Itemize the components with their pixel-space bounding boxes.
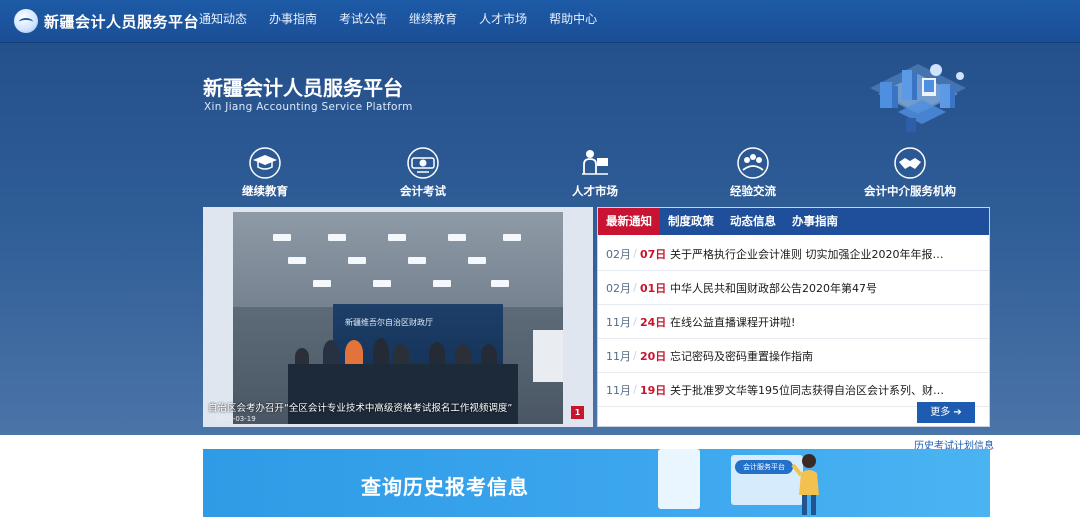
main-nav: 通知动态 办事指南 考试公告 继续教育 人才市场 帮助中心 xyxy=(199,0,619,43)
news-title[interactable]: 忘记密码及密码重置操作指南 xyxy=(670,348,975,364)
news-day: 19日 xyxy=(640,383,667,397)
nav-item-education[interactable]: 继续教育 xyxy=(409,0,457,43)
tab-guide[interactable]: 办事指南 xyxy=(784,208,846,235)
lower-section: 历史考试计划信息 查询历史报考信息 会计服务平台 xyxy=(0,435,1080,517)
nav-item-help[interactable]: 帮助中心 xyxy=(549,0,597,43)
carousel-page-indicator[interactable]: 1 xyxy=(571,406,584,419)
list-item[interactable]: 11月 / 20日 忘记密码及密码重置操作指南 xyxy=(598,339,989,373)
news-month: 02月 xyxy=(606,281,631,295)
news-title[interactable]: 中华人民共和国财政部公告2020年第47号 xyxy=(670,280,975,296)
news-day: 24日 xyxy=(640,315,667,329)
news-list: 02月 / 07日 关于严格执行企业会计准则 切实加强企业2020年年报… 02… xyxy=(598,237,989,407)
top-navbar: 新疆会计人员服务平台 通知动态 办事指南 考试公告 继续教育 人才市场 帮助中心 xyxy=(0,0,1080,43)
shortcut-row: 继续教育 会计考试 人才市场 经验交流 会计中介服务机构 xyxy=(200,146,990,202)
handshake-icon xyxy=(894,147,926,179)
shortcut-label: 继续教育 xyxy=(242,184,288,198)
list-item[interactable]: 02月 / 01日 中华人民共和国财政部公告2020年第47号 xyxy=(598,271,989,305)
nav-item-guide[interactable]: 办事指南 xyxy=(269,0,317,43)
history-query-banner[interactable]: 查询历史报考信息 会计服务平台 xyxy=(203,449,990,517)
photo-ceiling xyxy=(233,212,563,307)
brand[interactable]: 新疆会计人员服务平台 xyxy=(14,8,199,34)
shortcut-intermediary-agencies[interactable]: 会计中介服务机构 xyxy=(845,146,975,199)
exam-icon xyxy=(407,147,439,179)
carousel-date: 2020-03-19 xyxy=(215,415,256,423)
talent-market-icon xyxy=(582,150,608,175)
more-button[interactable]: 更多 ➔ xyxy=(917,402,975,423)
news-month: 11月 xyxy=(606,315,631,329)
graduation-cap-icon xyxy=(249,147,281,179)
brand-name: 新疆会计人员服务平台 xyxy=(44,12,200,31)
phone-mock-icon xyxy=(658,449,700,509)
news-month: 11月 xyxy=(606,383,631,397)
banner-title: 查询历史报考信息 xyxy=(361,475,529,499)
tab-policies[interactable]: 制度政策 xyxy=(660,208,722,235)
screen-text: 新疆维吾尔自治区财政厅 xyxy=(345,318,433,327)
nav-item-exam-notice[interactable]: 考试公告 xyxy=(339,0,387,43)
news-day: 07日 xyxy=(640,247,667,261)
tab-latest-notices[interactable]: 最新通知 xyxy=(598,208,660,235)
shortcut-label: 经验交流 xyxy=(730,184,776,198)
list-item[interactable]: 11月 / 24日 在线公益直播课程开讲啦! xyxy=(598,305,989,339)
tab-updates[interactable]: 动态信息 xyxy=(722,208,784,235)
shortcut-label: 会计中介服务机构 xyxy=(864,184,956,198)
server-illustration-icon xyxy=(870,64,966,132)
nav-item-notices[interactable]: 通知动态 xyxy=(199,0,247,43)
shortcut-accounting-exam[interactable]: 会计考试 xyxy=(358,146,488,199)
news-tabs: 最新通知 制度政策 动态信息 办事指南 xyxy=(598,208,989,235)
news-carousel[interactable]: 新疆维吾尔自治区财政厅 自治区会考办召开“全区会计专业技术中高级资格考试报名工作… xyxy=(203,207,593,427)
news-title[interactable]: 在线公益直播课程开讲啦! xyxy=(670,314,975,330)
carousel-caption[interactable]: 自治区会考办召开“全区会计专业技术中高级资格考试报名工作视频调度” xyxy=(208,400,512,414)
hero-subtitle: Xin Jiang Accounting Service Platform xyxy=(204,101,413,113)
woman-figure-icon xyxy=(791,454,819,515)
brand-logo-icon xyxy=(14,9,38,33)
news-day: 20日 xyxy=(640,349,667,363)
carousel-photo[interactable]: 新疆维吾尔自治区财政厅 xyxy=(233,212,563,424)
shortcut-label: 人才市场 xyxy=(572,184,618,198)
news-title[interactable]: 关于批准罗文华等195位同志获得自治区会计系列、财… xyxy=(670,382,975,398)
news-month: 11月 xyxy=(606,349,631,363)
news-month: 02月 xyxy=(606,247,631,261)
shortcut-label: 会计考试 xyxy=(400,184,446,198)
shortcut-talent-market[interactable]: 人才市场 xyxy=(530,146,660,199)
banner-chip: 会计服务平台 xyxy=(735,460,793,474)
news-day: 01日 xyxy=(640,281,667,295)
whiteboard xyxy=(533,330,563,382)
news-title[interactable]: 关于严格执行企业会计准则 切实加强企业2020年年报… xyxy=(670,246,975,262)
nav-item-talent[interactable]: 人才市场 xyxy=(479,0,527,43)
discussion-icon xyxy=(737,147,769,179)
conference-table xyxy=(288,364,518,424)
hero-title: 新疆会计人员服务平台 xyxy=(203,76,403,100)
shortcut-continuing-education[interactable]: 继续教育 xyxy=(200,146,330,199)
news-panel: 最新通知 制度政策 动态信息 办事指南 02月 / 07日 关于严格执行企业会计… xyxy=(597,207,990,427)
list-item[interactable]: 02月 / 07日 关于严格执行企业会计准则 切实加强企业2020年年报… xyxy=(598,237,989,271)
shortcut-experience-exchange[interactable]: 经验交流 xyxy=(688,146,818,199)
